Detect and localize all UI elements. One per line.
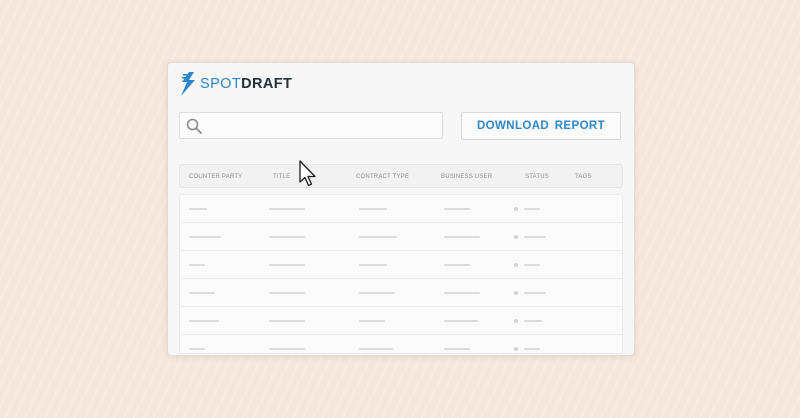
brand-draft: DRAFT <box>241 76 293 92</box>
column-header-status[interactable]: STATUS <box>525 174 549 180</box>
cell-placeholder <box>444 320 478 322</box>
cell-placeholder <box>444 236 480 238</box>
cell-placeholder <box>269 320 305 322</box>
table-row[interactable] <box>180 307 622 335</box>
cell-placeholder <box>524 320 542 322</box>
table-row[interactable] <box>180 279 622 307</box>
column-header-counter-party[interactable]: COUNTER PARTY <box>189 174 242 180</box>
cell-placeholder <box>524 208 540 210</box>
status-dot <box>514 235 518 239</box>
cell-placeholder <box>444 348 470 350</box>
status-dot <box>514 347 518 351</box>
table-body <box>179 194 623 354</box>
column-header-title[interactable]: TITLE <box>273 174 290 180</box>
cell-placeholder <box>359 320 385 322</box>
table-row[interactable] <box>180 251 622 279</box>
table-header: COUNTER PARTY TITLE CONTRACT TYPE BUSINE… <box>179 164 623 188</box>
cell-placeholder <box>524 264 540 266</box>
column-header-business-user[interactable]: BUSINESS USER <box>441 174 492 180</box>
cell-placeholder <box>359 292 395 294</box>
cell-placeholder <box>269 264 305 266</box>
search-input[interactable] <box>179 112 443 139</box>
table-row[interactable] <box>180 223 622 251</box>
cell-placeholder <box>524 348 540 350</box>
cell-placeholder <box>189 320 219 322</box>
cell-placeholder <box>359 236 397 238</box>
status-dot <box>514 263 518 267</box>
column-header-tags[interactable]: TAGS <box>575 174 592 180</box>
app-window: SPOTDRAFT DOWNLOAD REPORT COUNTER PARTY … <box>167 62 635 356</box>
download-report-button[interactable]: DOWNLOAD REPORT <box>461 112 621 140</box>
cell-placeholder <box>189 236 221 238</box>
cell-placeholder <box>524 236 546 238</box>
cell-placeholder <box>444 208 470 210</box>
cell-placeholder <box>269 348 305 350</box>
status-dot <box>514 291 518 295</box>
cell-placeholder <box>359 348 393 350</box>
cell-placeholder <box>269 236 305 238</box>
brand-spot: SPOT <box>200 76 242 92</box>
brand-name: SPOTDRAFT <box>200 76 292 92</box>
mouse-pointer-icon <box>299 160 316 187</box>
status-dot <box>514 207 518 211</box>
cell-placeholder <box>189 208 207 210</box>
cell-placeholder <box>444 264 470 266</box>
cell-placeholder <box>359 264 387 266</box>
cell-placeholder <box>359 208 387 210</box>
table-row[interactable] <box>180 195 622 223</box>
column-header-contract-type[interactable]: CONTRACT TYPE <box>356 174 409 180</box>
status-dot <box>514 319 518 323</box>
cell-placeholder <box>269 292 305 294</box>
lightning-bolt-icon <box>181 72 195 96</box>
search-icon <box>186 118 202 134</box>
cell-placeholder <box>444 292 480 294</box>
cell-placeholder <box>189 292 215 294</box>
cell-placeholder <box>189 348 205 350</box>
cell-placeholder <box>269 208 305 210</box>
cell-placeholder <box>524 292 546 294</box>
cell-placeholder <box>189 264 205 266</box>
table-row[interactable] <box>180 335 622 355</box>
spotdraft-logo: SPOTDRAFT <box>180 72 292 96</box>
